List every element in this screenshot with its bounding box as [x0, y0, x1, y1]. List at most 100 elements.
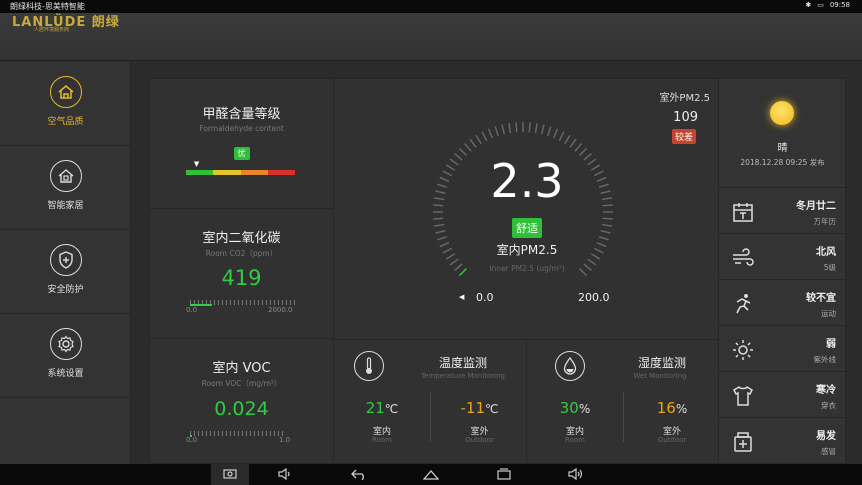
water-drop-icon: [555, 351, 585, 381]
system-navigation-bar: [0, 464, 862, 485]
indoor-humidity-sub: Room: [565, 436, 585, 444]
recent-apps-icon[interactable]: [495, 467, 513, 481]
outdoor-pm25-label: 室外PM2.5: [659, 93, 710, 104]
formaldehyde-subtitle: Formaldehyde content: [199, 124, 284, 133]
gauge-tick: [534, 122, 538, 134]
indoor-temp-sub: Room: [372, 436, 392, 444]
co2-title: 室内二氧化碳: [202, 231, 281, 246]
weather-published: 2018.12.28 09:25 发布: [740, 158, 825, 167]
wind-key: 5级: [823, 263, 836, 272]
level-segment: [213, 170, 241, 175]
screen-icon: ▭: [817, 1, 824, 9]
co2-scale-min: 0.0: [186, 306, 198, 314]
gauge-pointer: ◀: [459, 293, 465, 301]
weather-row-sport: 较不宜 运动: [719, 279, 846, 325]
gauge-tick: [579, 147, 588, 156]
outdoor-temp-unit: ℃: [485, 402, 499, 416]
outdoor-humidity-value: 16: [656, 399, 676, 417]
shield-icon: [49, 244, 82, 276]
weather-row-wind: 北风 5级: [719, 233, 846, 279]
gauge-tick: [469, 138, 477, 148]
humidity-panel: 湿度监测 Wet Monitoring 30% 室内 Room 16% 室外 O…: [526, 339, 719, 464]
sidebar-item-smart-home[interactable]: 智能家居: [0, 146, 131, 230]
co2-subtitle: Room CO2（ppm）: [205, 249, 278, 258]
wind-icon: [733, 248, 754, 266]
outdoor-humidity: 16%: [624, 398, 720, 417]
indoor-pm25-badge-wrap: 舒适: [334, 217, 720, 238]
home-nav-icon[interactable]: [422, 467, 440, 481]
voc-scale: [190, 431, 284, 436]
uv-key: 紫外线: [813, 355, 837, 364]
gauge-tick: [564, 134, 571, 145]
indoor-temp-unit: ℃: [384, 402, 399, 416]
back-icon[interactable]: [350, 467, 368, 481]
sun-icon: [770, 101, 794, 125]
volume-down-icon[interactable]: [276, 467, 294, 481]
gauge-min: 0.0: [476, 291, 494, 304]
home-icon: [49, 76, 82, 108]
sidebar-item-label: 智能家居: [47, 201, 84, 211]
gauge-tick: [558, 131, 565, 142]
gear-icon: [49, 328, 82, 360]
gauge-tick: [547, 126, 552, 137]
sport-key: 运动: [821, 309, 836, 318]
volume-up-icon[interactable]: [567, 467, 585, 481]
gauge-max: 200.0: [578, 291, 610, 304]
sidebar: 空气品质 智能家居 安全防护 系统设置: [0, 62, 131, 464]
gauge-tick: [433, 204, 444, 207]
indoor-temp-value: 21: [365, 399, 385, 417]
gauge-tick: [574, 143, 582, 152]
temperature-subtitle: Temperature Monitoring: [421, 372, 505, 380]
house-icon: [49, 160, 82, 192]
gauge-tick: [508, 122, 512, 134]
formaldehyde-title: 甲醛含量等级: [202, 107, 281, 122]
voc-panel: 室内 VOC Room VOC（mg/m³） 0.024 0.0 1.0: [149, 338, 334, 464]
sidebar-item-air-quality[interactable]: 空气品质: [0, 62, 131, 146]
sidebar-item-settings[interactable]: 系统设置: [0, 314, 131, 398]
indoor-pm25-label: 室内PM2.5: [496, 243, 558, 257]
sport-value: 较不宜: [806, 293, 836, 304]
gauge-tick: [569, 138, 577, 148]
indoor-pm25-sublabel: Inner PM2.5 (ug/m³): [489, 264, 565, 273]
calendar-icon: [733, 203, 753, 222]
status-bar: 朗绿科技-思美特智能 ✱ ▭ 09:58: [0, 0, 862, 13]
cold-value: 易发: [816, 431, 836, 442]
bluetooth-icon: ✱: [805, 1, 812, 9]
level-segment: [267, 170, 295, 175]
voc-scale-min: 0.0: [186, 436, 198, 444]
gauge-tick: [501, 124, 506, 135]
sun-outline-icon: [733, 340, 753, 360]
sidebar-item-label: 空气品质: [47, 117, 84, 127]
indoor-pm25-badge: 舒适: [512, 218, 542, 238]
formaldehyde-level-bar: [186, 170, 295, 175]
gauge-tick: [528, 122, 531, 133]
sidebar-item-security[interactable]: 安全防护: [0, 230, 131, 314]
temperature-title: 温度监测: [438, 356, 487, 370]
clothing-value: 寒冷: [816, 385, 836, 396]
gauge-tick: [475, 134, 482, 145]
indoor-pm25-value: 2.3: [490, 154, 564, 208]
gauge-tick: [494, 126, 499, 137]
gauge-tick: [552, 128, 559, 139]
status-time: 09:58: [829, 1, 850, 9]
screenshot-icon[interactable]: [221, 467, 239, 481]
wind-value: 北风: [816, 247, 836, 258]
outdoor-temp-value: -11: [460, 399, 486, 417]
formaldehyde-badge: 优: [233, 147, 250, 160]
co2-value: 419: [221, 266, 262, 290]
shirt-icon: [733, 385, 753, 406]
outdoor-temp: -11℃: [431, 398, 528, 417]
co2-panel: 室内二氧化碳 Room CO2（ppm） 419 0.0 2000.0: [149, 208, 334, 339]
humidity-subtitle: Wet Monitoring: [633, 372, 687, 380]
uv-value: 弱: [826, 339, 836, 350]
gauge-tick: [487, 128, 494, 139]
outdoor-pm25-value: 109: [673, 110, 698, 125]
outdoor-humidity-sub: Outdoor: [657, 436, 687, 444]
voc-value: 0.024: [214, 398, 269, 420]
voc-scale-max: 1.0: [279, 436, 291, 444]
weather-row-clothing: 寒冷 穿衣: [719, 371, 846, 417]
gauge-tick: [540, 124, 545, 135]
formaldehyde-panel: 甲醛含量等级 Formaldehyde content 优 ▼: [149, 78, 334, 209]
weather-row-cold: 易发 感冒: [719, 417, 846, 465]
app-header: LANLÜDE 朗绿 人居环境服务商: [0, 13, 862, 61]
